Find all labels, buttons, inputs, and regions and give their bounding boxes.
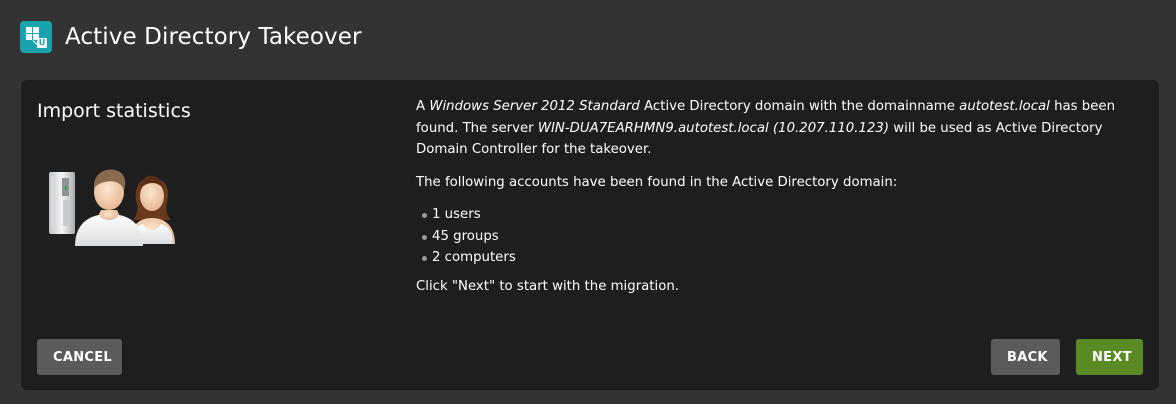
cancel-button[interactable]: CANCEL bbox=[37, 339, 122, 375]
domain-found-text: A Windows Server 2012 Standard Active Di… bbox=[416, 99, 1116, 157]
accounts-list: 1 users 45 groups 2 computers bbox=[416, 204, 1146, 269]
list-item: 45 groups bbox=[422, 226, 1146, 248]
back-button[interactable]: BACK bbox=[991, 339, 1060, 375]
domain-name: autotest.local bbox=[959, 99, 1050, 114]
windows-univention-icon: U bbox=[20, 21, 52, 53]
import-summary: A Windows Server 2012 Standard Active Di… bbox=[416, 96, 1146, 308]
page-header: U Active Directory Takeover bbox=[20, 21, 362, 53]
next-button[interactable]: NEXT bbox=[1076, 339, 1143, 375]
accounts-intro: The following accounts have been found i… bbox=[416, 174, 898, 190]
server-users-illustration bbox=[49, 169, 175, 246]
os-name: Windows Server 2012 Standard bbox=[429, 99, 640, 114]
server-name: WIN-DUA7EARHMN9.autotest.local (10.207.1… bbox=[537, 120, 890, 136]
page-title: Active Directory Takeover bbox=[65, 24, 362, 50]
next-instruction: Click "Next" to start with the migration… bbox=[416, 278, 680, 294]
import-statistics-card: Import statistics A Windows Server 2012 … bbox=[21, 80, 1159, 390]
section-title: Import statistics bbox=[37, 100, 191, 122]
list-item: 2 computers bbox=[422, 247, 1146, 269]
list-item: 1 users bbox=[422, 204, 1146, 226]
